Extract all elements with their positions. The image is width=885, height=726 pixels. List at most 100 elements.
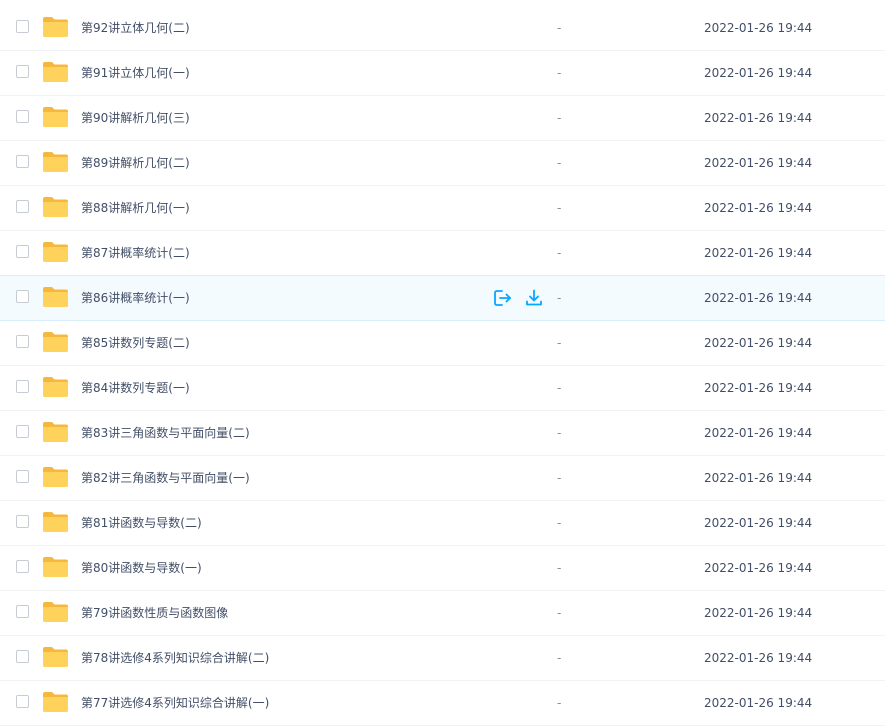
file-size: - xyxy=(557,516,562,530)
file-row[interactable]: 第78讲选修4系列知识综合讲解(二) - 2022-01-26 19:44 xyxy=(0,636,885,681)
share-export-icon[interactable] xyxy=(492,288,512,308)
row-checkbox[interactable] xyxy=(16,200,29,213)
modified-date: 2022-01-26 19:44 xyxy=(704,201,813,215)
folder-icon xyxy=(42,511,69,533)
modified-date: 2022-01-26 19:44 xyxy=(704,696,813,710)
row-checkbox[interactable] xyxy=(16,515,29,528)
file-size: - xyxy=(557,111,562,125)
row-checkbox[interactable] xyxy=(16,65,29,78)
folder-icon xyxy=(42,106,69,128)
folder-icon xyxy=(42,691,69,713)
file-row[interactable]: 第79讲函数性质与函数图像 - 2022-01-26 19:44 xyxy=(0,591,885,636)
folder-icon xyxy=(42,61,69,83)
file-row[interactable]: 第84讲数列专题(一) - 2022-01-26 19:44 xyxy=(0,366,885,411)
modified-date: 2022-01-26 19:44 xyxy=(704,111,813,125)
file-list: 第92讲立体几何(二) - 2022-01-26 19:44 第91讲立体几何(一) -… xyxy=(0,6,885,726)
folder-icon xyxy=(42,376,69,398)
folder-icon xyxy=(42,601,69,623)
modified-date: 2022-01-26 19:44 xyxy=(704,606,813,620)
download-icon[interactable] xyxy=(524,288,544,308)
file-name[interactable]: 第80讲函数与导数(一) xyxy=(81,546,202,590)
file-row[interactable]: 第81讲函数与导数(二) - 2022-01-26 19:44 xyxy=(0,501,885,546)
file-name[interactable]: 第86讲概率统计(一) xyxy=(81,276,190,320)
modified-date: 2022-01-26 19:44 xyxy=(704,426,813,440)
row-checkbox[interactable] xyxy=(16,20,29,33)
file-size: - xyxy=(557,606,562,620)
row-checkbox[interactable] xyxy=(16,425,29,438)
file-row[interactable]: 第77讲选修4系列知识综合讲解(一) - 2022-01-26 19:44 xyxy=(0,681,885,726)
folder-icon xyxy=(42,556,69,578)
file-size: - xyxy=(557,291,562,305)
modified-date: 2022-01-26 19:44 xyxy=(704,561,813,575)
file-row[interactable]: 第80讲函数与导数(一) - 2022-01-26 19:44 xyxy=(0,546,885,591)
file-name[interactable]: 第85讲数列专题(二) xyxy=(81,321,190,365)
modified-date: 2022-01-26 19:44 xyxy=(704,651,813,665)
file-name[interactable]: 第89讲解析几何(二) xyxy=(81,141,190,185)
folder-icon xyxy=(42,646,69,668)
file-size: - xyxy=(557,201,562,215)
row-checkbox[interactable] xyxy=(16,245,29,258)
row-checkbox[interactable] xyxy=(16,335,29,348)
file-name[interactable]: 第90讲解析几何(三) xyxy=(81,96,190,140)
file-name[interactable]: 第77讲选修4系列知识综合讲解(一) xyxy=(81,681,269,725)
file-size: - xyxy=(557,156,562,170)
file-name[interactable]: 第83讲三角函数与平面向量(二) xyxy=(81,411,250,455)
folder-icon xyxy=(42,16,69,38)
folder-icon xyxy=(42,466,69,488)
file-name[interactable]: 第88讲解析几何(一) xyxy=(81,186,190,230)
file-row[interactable]: 第86讲概率统计(一) - 2022-01-26 19:44 xyxy=(0,275,885,321)
file-row[interactable]: 第88讲解析几何(一) - 2022-01-26 19:44 xyxy=(0,186,885,231)
file-row[interactable]: 第82讲三角函数与平面向量(一) - 2022-01-26 19:44 xyxy=(0,456,885,501)
file-size: - xyxy=(557,246,562,260)
modified-date: 2022-01-26 19:44 xyxy=(704,471,813,485)
row-checkbox[interactable] xyxy=(16,605,29,618)
file-row[interactable]: 第87讲概率统计(二) - 2022-01-26 19:44 xyxy=(0,231,885,276)
file-name[interactable]: 第91讲立体几何(一) xyxy=(81,51,190,95)
file-row[interactable]: 第90讲解析几何(三) - 2022-01-26 19:44 xyxy=(0,96,885,141)
modified-date: 2022-01-26 19:44 xyxy=(704,156,813,170)
file-size: - xyxy=(557,561,562,575)
folder-icon xyxy=(42,151,69,173)
modified-date: 2022-01-26 19:44 xyxy=(704,246,813,260)
modified-date: 2022-01-26 19:44 xyxy=(704,336,813,350)
file-row[interactable]: 第89讲解析几何(二) - 2022-01-26 19:44 xyxy=(0,141,885,186)
modified-date: 2022-01-26 19:44 xyxy=(704,516,813,530)
folder-icon xyxy=(42,421,69,443)
folder-icon xyxy=(42,241,69,263)
file-size: - xyxy=(557,651,562,665)
file-size: - xyxy=(557,21,562,35)
folder-icon xyxy=(42,331,69,353)
file-row[interactable]: 第91讲立体几何(一) - 2022-01-26 19:44 xyxy=(0,51,885,96)
row-checkbox[interactable] xyxy=(16,155,29,168)
row-checkbox[interactable] xyxy=(16,380,29,393)
row-checkbox[interactable] xyxy=(16,695,29,708)
file-name[interactable]: 第84讲数列专题(一) xyxy=(81,366,190,410)
modified-date: 2022-01-26 19:44 xyxy=(704,21,813,35)
file-row[interactable]: 第92讲立体几何(二) - 2022-01-26 19:44 xyxy=(0,6,885,51)
file-size: - xyxy=(557,696,562,710)
file-size: - xyxy=(557,336,562,350)
modified-date: 2022-01-26 19:44 xyxy=(704,381,813,395)
file-row[interactable]: 第83讲三角函数与平面向量(二) - 2022-01-26 19:44 xyxy=(0,411,885,456)
file-name[interactable]: 第87讲概率统计(二) xyxy=(81,231,190,275)
file-name[interactable]: 第92讲立体几何(二) xyxy=(81,6,190,50)
modified-date: 2022-01-26 19:44 xyxy=(704,66,813,80)
row-checkbox[interactable] xyxy=(16,110,29,123)
row-checkbox[interactable] xyxy=(16,650,29,663)
modified-date: 2022-01-26 19:44 xyxy=(704,291,813,305)
file-name[interactable]: 第78讲选修4系列知识综合讲解(二) xyxy=(81,636,269,680)
row-checkbox[interactable] xyxy=(16,470,29,483)
file-size: - xyxy=(557,66,562,80)
row-checkbox[interactable] xyxy=(16,290,29,303)
file-name[interactable]: 第81讲函数与导数(二) xyxy=(81,501,202,545)
file-size: - xyxy=(557,471,562,485)
file-row[interactable]: 第85讲数列专题(二) - 2022-01-26 19:44 xyxy=(0,321,885,366)
file-size: - xyxy=(557,426,562,440)
file-size: - xyxy=(557,381,562,395)
folder-icon xyxy=(42,196,69,218)
folder-icon xyxy=(42,286,69,308)
file-name[interactable]: 第82讲三角函数与平面向量(一) xyxy=(81,456,250,500)
row-checkbox[interactable] xyxy=(16,560,29,573)
row-actions xyxy=(492,288,544,308)
file-name[interactable]: 第79讲函数性质与函数图像 xyxy=(81,591,228,635)
